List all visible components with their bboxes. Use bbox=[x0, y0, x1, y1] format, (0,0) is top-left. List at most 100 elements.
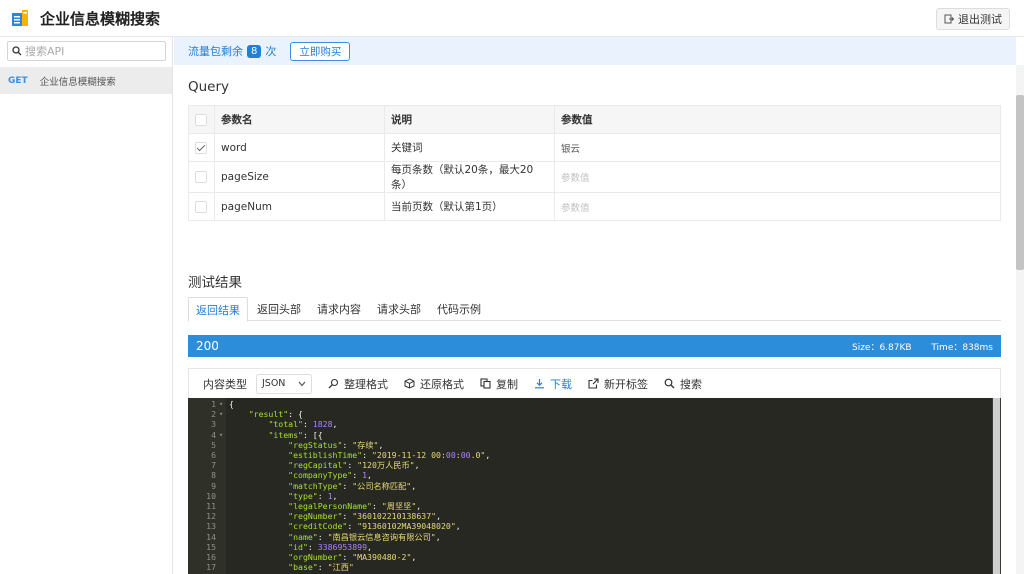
new-tab-button[interactable]: 新开标签 bbox=[588, 376, 648, 392]
column-header-value: 参数值 bbox=[554, 105, 1001, 134]
code-text: "matchType": "公司名称匹配", bbox=[288, 480, 417, 491]
api-search-placeholder: 搜索API bbox=[25, 45, 65, 58]
wand-icon bbox=[328, 378, 339, 389]
content-type-select[interactable]: JSON bbox=[256, 373, 312, 394]
param-desc: 每页条数（默认20条，最大20条） bbox=[384, 161, 555, 193]
tab-response-headers[interactable]: 返回头部 bbox=[250, 297, 308, 321]
quota-count-badge: 8 bbox=[247, 44, 262, 58]
search-icon bbox=[12, 46, 22, 56]
code-line: 10 "type": 1, bbox=[188, 491, 988, 501]
code-scrollbar-thumb[interactable] bbox=[993, 398, 1000, 574]
response-code-viewer[interactable]: 1 ▾{2 ▾ "result": {3 "total": 1828, 4 ▾ "ite… bbox=[188, 398, 1001, 574]
exit-test-button[interactable]: 退出测试 bbox=[936, 8, 1010, 30]
format-button[interactable]: 整理格式 bbox=[328, 376, 388, 392]
code-text: "orgNumber": "MA390480-2", bbox=[288, 552, 417, 562]
tab-response-body[interactable]: 返回结果 bbox=[188, 297, 248, 322]
select-all-cell bbox=[188, 105, 215, 134]
line-number: 17 bbox=[206, 562, 216, 573]
table-row: pageSize 每页条数（默认20条，最大20条） 参数值 bbox=[188, 161, 1001, 193]
buy-now-button[interactable]: 立即购买 bbox=[290, 41, 351, 61]
app-logo-icon bbox=[12, 10, 28, 26]
table-row: pageNum 当前页数（默认第1页） 参数值 bbox=[188, 192, 1001, 221]
code-text: "id": 3386953899, bbox=[288, 541, 372, 552]
code-line: 12 "regNumber": "360102210138637", bbox=[188, 511, 988, 521]
line-number: 11 bbox=[206, 501, 216, 511]
copy-button[interactable]: 复制 bbox=[480, 376, 518, 392]
code-text: "companyType": 1, bbox=[288, 470, 372, 481]
search-icon bbox=[664, 378, 675, 389]
param-value-input[interactable]: 参数值 bbox=[554, 161, 1001, 193]
code-line: 16 "orgNumber": "MA390480-2", bbox=[188, 552, 988, 562]
tab-request-headers[interactable]: 请求头部 bbox=[370, 297, 428, 321]
chevron-down-icon bbox=[298, 381, 306, 386]
query-section-title: Query bbox=[188, 79, 230, 95]
line-number: 12 bbox=[206, 511, 216, 522]
response-meta: Size：6.87KB Time：838ms bbox=[852, 340, 993, 353]
fold-toggle-icon[interactable]: ▾ bbox=[219, 399, 223, 409]
exit-test-label: 退出测试 bbox=[958, 13, 1002, 26]
content-type-label: 内容类型 bbox=[203, 377, 247, 391]
result-tabs: 返回结果 返回头部 请求内容 请求头部 代码示例 bbox=[188, 297, 1001, 322]
code-text: "creditCode": "91360102MA39048020", bbox=[288, 521, 461, 532]
response-size: Size：6.87KB bbox=[851, 342, 912, 353]
code-text: "items": [{ bbox=[268, 429, 323, 440]
code-line: 6 "estiblishTime": "2019-11-12 00:00:00.… bbox=[188, 450, 988, 460]
code-line: 17 "base": "江西" bbox=[188, 562, 988, 572]
row-checkbox[interactable] bbox=[195, 171, 207, 183]
code-line: 1 ▾ { bbox=[188, 399, 988, 409]
param-value-input[interactable]: 参数值 bbox=[554, 192, 1001, 221]
api-search-input[interactable]: 搜索API bbox=[7, 41, 166, 61]
http-method-badge: GET bbox=[8, 75, 28, 86]
code-line: 2 ▾ "result": { bbox=[188, 409, 988, 419]
fold-toggle-icon[interactable]: ▾ bbox=[219, 409, 223, 419]
download-button[interactable]: 下载 bbox=[534, 376, 572, 392]
search-code-button[interactable]: 搜索 bbox=[664, 376, 702, 392]
copy-label: 复制 bbox=[496, 377, 518, 391]
line-number: 2 bbox=[211, 409, 216, 420]
column-header-desc: 说明 bbox=[384, 105, 555, 134]
restore-format-button[interactable]: 还原格式 bbox=[404, 376, 464, 392]
code-scrollbar[interactable] bbox=[992, 398, 1001, 574]
line-number: 6 bbox=[211, 450, 216, 460]
quota-bar: 流量包剩余 8 次 立即购买 bbox=[174, 37, 1016, 65]
code-text: "name": "南昌银云信息咨询有限公司", bbox=[288, 531, 441, 542]
status-bar: 200 Size：6.87KB Time：838ms bbox=[188, 335, 1001, 357]
line-number: 7 bbox=[211, 460, 216, 471]
format-label: 整理格式 bbox=[344, 377, 388, 391]
code-line: 15 "id": 3386953899, bbox=[188, 542, 988, 552]
code-text: "type": 1, bbox=[288, 490, 338, 501]
search-code-label: 搜索 bbox=[680, 377, 702, 391]
code-text: "estiblishTime": "2019-11-12 00:00:00.0"… bbox=[288, 450, 491, 460]
page-scrollbar-thumb[interactable] bbox=[1016, 95, 1024, 270]
content-type-control: 内容类型 JSON bbox=[203, 373, 312, 394]
top-bar: 企业信息模糊搜索 退出测试 bbox=[0, 0, 1024, 37]
code-text: "base": "江西" bbox=[288, 562, 354, 573]
download-label: 下载 bbox=[550, 377, 572, 391]
row-checkbox[interactable] bbox=[195, 141, 207, 154]
code-line: 4 ▾ "items": [{ bbox=[188, 430, 988, 440]
tab-code-examples[interactable]: 代码示例 bbox=[430, 297, 488, 321]
response-time: Time：838ms bbox=[931, 342, 993, 353]
cube-icon bbox=[404, 378, 415, 389]
code-line: 14 "name": "南昌银云信息咨询有限公司", bbox=[188, 532, 988, 542]
param-desc: 关键词 bbox=[384, 133, 555, 162]
param-value-input[interactable]: 银云 bbox=[554, 133, 1001, 162]
line-number: 5 bbox=[211, 439, 216, 450]
external-link-icon bbox=[588, 378, 599, 389]
param-name: pageNum bbox=[214, 192, 385, 221]
code-text: "legalPersonName": "周坚坚", bbox=[288, 501, 422, 511]
page-scrollbar[interactable] bbox=[1016, 65, 1024, 574]
query-params-table: 参数名 说明 参数值 word 关键词 银云 pageSize 每页条数（默认2… bbox=[188, 105, 1001, 221]
fold-toggle-icon[interactable]: ▾ bbox=[219, 430, 223, 440]
quota-suffix: 次 bbox=[265, 45, 277, 58]
code-line: 3 "total": 1828, bbox=[188, 419, 988, 429]
code-line: 5 "regStatus": "存续", bbox=[188, 440, 988, 450]
row-checkbox[interactable] bbox=[195, 200, 207, 213]
sidebar: 搜索API GET 企业信息模糊搜索 bbox=[0, 37, 173, 574]
tab-request-body[interactable]: 请求内容 bbox=[310, 297, 368, 321]
app-title: 企业信息模糊搜索 bbox=[40, 10, 161, 28]
sidebar-item-api[interactable]: GET 企业信息模糊搜索 bbox=[0, 67, 172, 94]
sidebar-item-label: 企业信息模糊搜索 bbox=[39, 76, 116, 88]
code-line: 11 "legalPersonName": "周坚坚", bbox=[188, 501, 988, 511]
select-all-checkbox[interactable] bbox=[195, 113, 207, 126]
